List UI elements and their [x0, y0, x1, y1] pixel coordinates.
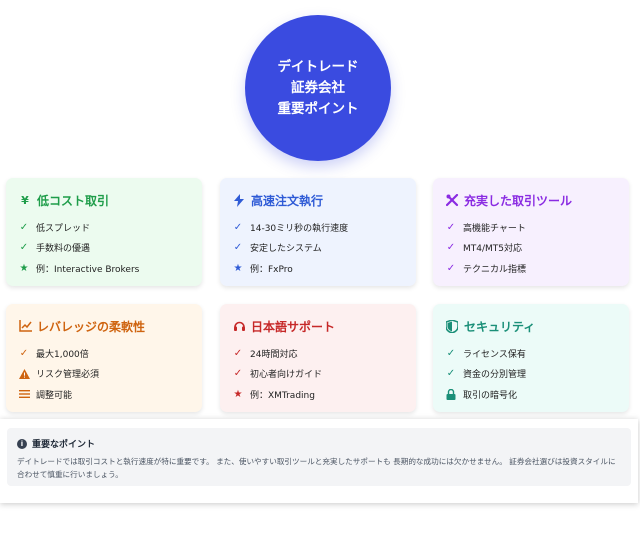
list-item: ✓ 14-30ミリ秒の執行速度: [233, 221, 349, 234]
hero-line-1: デイトレード: [277, 58, 359, 75]
sliders-icon: [18, 388, 30, 400]
check-icon: ✓: [446, 368, 456, 380]
shield-icon: [445, 319, 459, 333]
line-chart-icon: [18, 319, 32, 333]
list-item: 取引の暗号化: [445, 384, 617, 405]
card-trading-tools: 充実した取引ツール ✓ 高機能チャート ✓ MT4/MT5対応 ✓ テクニカル指標: [433, 178, 629, 286]
card-title: 日本語サポート: [251, 319, 336, 334]
card-leverage: レバレッジの柔軟性 ✓ 最大1,000倍 リスク管理必須 調整可能: [6, 304, 202, 412]
list-item: 調整可能: [18, 384, 190, 405]
list-item: ✓ 24時間対応: [233, 347, 298, 360]
star-icon: ★: [233, 388, 243, 400]
card-japanese-support: 日本語サポート ✓ 24時間対応 ✓ 初心者向けガイド ★ 例：XMTrading: [220, 304, 416, 412]
hero-circle: デイトレード 証券会社 重要ポイント: [245, 15, 391, 161]
bolt-icon: [232, 193, 246, 207]
check-icon: ✓: [19, 347, 29, 359]
list-item: ✓ テクニカル指標: [446, 262, 527, 275]
notice-box: i 重要なポイント デイトレードでは取引コストと執行速度が特に重要です。 また、…: [7, 428, 631, 486]
check-icon: ✓: [446, 347, 456, 359]
list-item: ✓ 低スプレッド: [19, 221, 91, 234]
check-icon: ✓: [446, 262, 456, 274]
card-title: レバレッジの柔軟性: [37, 319, 146, 334]
check-icon: ✓: [233, 368, 243, 380]
check-icon: ✓: [233, 221, 243, 233]
list-item: ✓ 安定したシステム: [233, 242, 322, 255]
hero-line-3: 重要ポイント: [277, 100, 359, 117]
card-title: セキュリティ: [464, 319, 536, 334]
notice-title: 重要なポイント: [32, 440, 96, 450]
list-item: ✓ 手数料の優遇: [19, 242, 91, 255]
list-item: ✓ 高機能チャート: [446, 221, 526, 234]
card-fast-execution: 高速注文執行 ✓ 14-30ミリ秒の執行速度 ✓ 安定したシステム ★ 例：FxPro: [220, 178, 416, 286]
check-icon: ✓: [446, 242, 456, 254]
check-icon: ✓: [233, 347, 243, 359]
check-icon: ✓: [233, 242, 243, 254]
notice-text: デイトレードでは取引コストと執行速度が特に重要です。 また、使いやすい取引ツール…: [17, 457, 616, 479]
info-icon: i: [17, 438, 27, 449]
card-security: セキュリティ ✓ ライセンス保有 ✓ 資金の分別管理 取引の暗号化: [433, 304, 629, 412]
list-item: ★ 例：FxPro: [233, 262, 293, 275]
feature-grid: ¥ 低コスト取引 ✓ 低スプレッド ✓ 手数料の優遇 ★ 例：Interactive …: [0, 176, 640, 416]
list-item: ✓ 初心者向けガイド: [233, 368, 323, 381]
card-title: 充実した取引ツール: [464, 193, 573, 208]
list-item: ✓ 最大1,000倍: [19, 347, 89, 360]
star-icon: ★: [233, 262, 243, 274]
notice-panel: i 重要なポイント デイトレードでは取引コストと執行速度が特に重要です。 また、…: [0, 419, 638, 503]
yen-icon: ¥: [21, 193, 29, 207]
list-item: リスク管理必須: [18, 364, 190, 385]
lock-icon: [445, 388, 457, 400]
tools-icon: [445, 193, 459, 207]
list-item: ✓ ライセンス保有: [446, 347, 526, 360]
headset-icon: [232, 319, 246, 333]
list-item: ★ 例：XMTrading: [233, 388, 315, 401]
warning-icon: [18, 368, 30, 380]
list-item: ✓ 資金の分別管理: [446, 368, 527, 381]
list-item: ★ 例：Interactive Brokers: [19, 262, 140, 275]
card-title: 高速注文執行: [251, 193, 324, 208]
check-icon: ✓: [446, 221, 456, 233]
card-title: 低コスト取引: [37, 193, 110, 208]
check-icon: ✓: [19, 221, 29, 233]
hero-line-2: 証券会社: [291, 79, 345, 96]
list-item: ✓ MT4/MT5対応: [446, 242, 523, 255]
star-icon: ★: [19, 262, 29, 274]
check-icon: ✓: [19, 242, 29, 254]
card-low-cost: ¥ 低コスト取引 ✓ 低スプレッド ✓ 手数料の優遇 ★ 例：Interactive …: [6, 178, 202, 286]
